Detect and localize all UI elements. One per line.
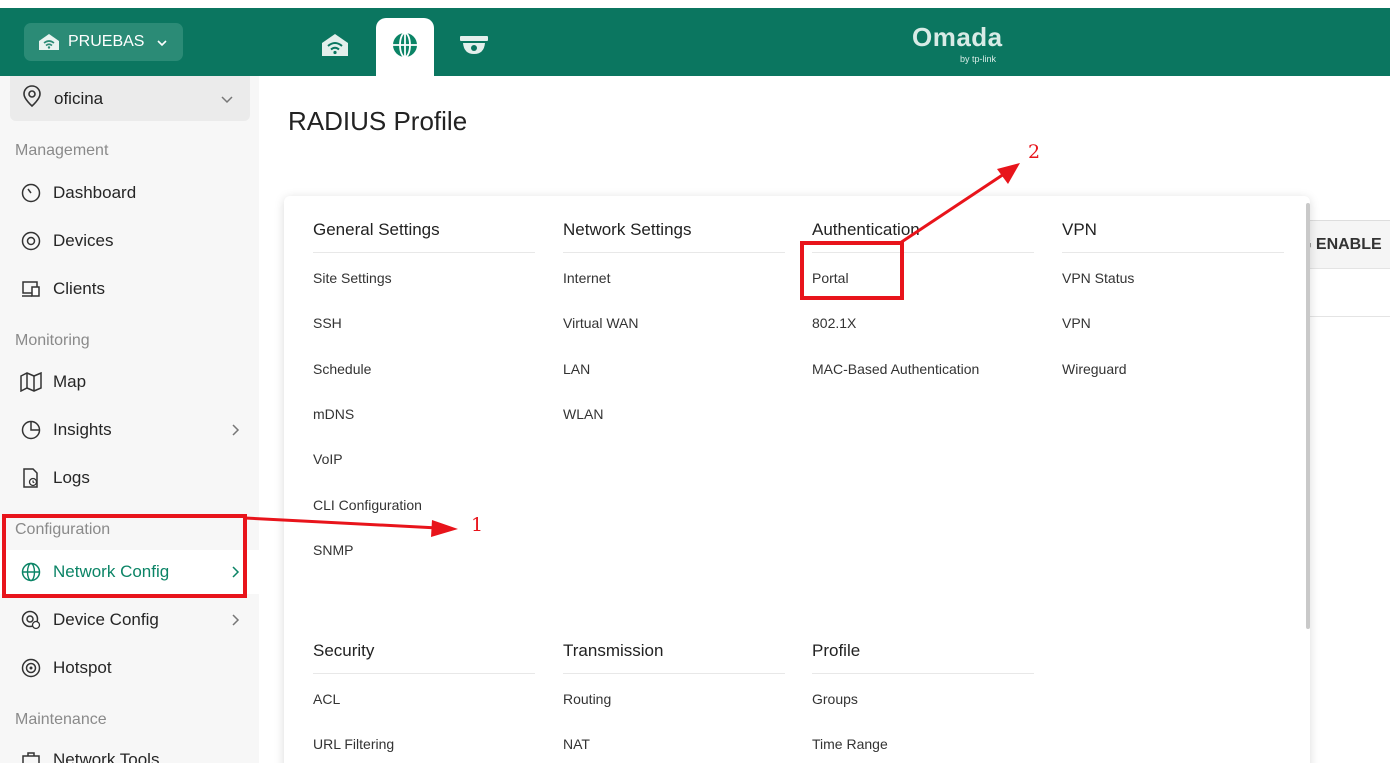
location-selector[interactable]: oficina [10,76,250,121]
menu-link-url-filtering[interactable]: URL Filtering [313,736,394,752]
section-monitoring: Monitoring [15,332,90,349]
globe-icon [20,561,42,583]
menu-link-site-settings[interactable]: Site Settings [313,270,392,286]
wifi-house-icon [321,33,349,62]
pie-chart-icon [20,419,42,441]
sidebar-item-label: Network Config [53,562,170,581]
brand-sub: by tp-link [960,54,997,64]
brand-name: Omada [912,22,1003,52]
annotation-label-1: 1 [471,514,484,536]
menu-heading-transmission: Transmission [563,641,785,674]
device-icon [20,230,42,252]
menu-heading-security: Security [313,641,535,674]
globe-icon [391,31,419,64]
menu-link-vpn[interactable]: VPN [1062,315,1091,331]
location-pin-icon [22,85,42,112]
menu-link-ssh[interactable]: SSH [313,315,342,331]
location-name: oficina [54,88,104,108]
menu-link-vpn-status[interactable]: VPN Status [1062,270,1134,286]
menu-link-schedule[interactable]: Schedule [313,361,371,377]
tab-site-view[interactable] [306,18,364,76]
sidebar-item-label: Insights [53,420,112,439]
menu-heading-network-settings: Network Settings [563,220,785,253]
sidebar-item-device-config[interactable]: Device Config [0,598,259,642]
sidebar-item-devices[interactable]: Devices [0,219,259,263]
menu-scrollbar-thumb[interactable] [1306,203,1310,629]
sidebar: oficina Management Dashboard Devices Cli… [0,76,259,763]
top-bar: PRUEBAS Omada by tp-link [0,8,1390,76]
menu-link-virtual-wan[interactable]: Virtual WAN [563,315,638,331]
sidebar-item-network-config[interactable]: Network Config [0,550,259,594]
menu-link-acl[interactable]: ACL [313,691,340,707]
sidebar-item-label: Clients [53,279,105,298]
chevron-down-icon [156,36,168,48]
chevron-right-icon [231,422,241,442]
sidebar-item-label: Devices [53,231,114,250]
map-icon [20,371,42,393]
chevron-down-icon [220,91,234,111]
section-maintenance: Maintenance [15,711,107,728]
site-name: PRUEBAS [68,33,145,50]
sidebar-item-insights[interactable]: Insights [0,408,259,452]
menu-heading-profile: Profile [812,641,1034,674]
toolbox-icon [20,749,42,763]
sidebar-item-hotspot[interactable]: Hotspot [0,646,259,690]
sidebar-item-label: Logs [53,468,90,487]
sidebar-item-label: Dashboard [53,183,137,202]
menu-link-802-1x[interactable]: 802.1X [812,315,856,331]
menu-link-groups[interactable]: Groups [812,691,858,707]
device-config-icon [20,609,42,631]
site-selector[interactable]: PRUEBAS [24,23,183,61]
section-management: Management [15,142,109,159]
top-strip [0,0,1390,8]
sidebar-item-dashboard[interactable]: Dashboard [0,171,259,215]
sidebar-item-label: Network Tools [53,750,160,763]
menu-link-nat[interactable]: NAT [563,736,590,752]
page-title: RADIUS Profile [288,106,468,136]
menu-link-wlan[interactable]: WLAN [563,406,603,422]
menu-link-lan[interactable]: LAN [563,361,590,377]
sidebar-item-network-tools[interactable]: Network Tools [0,738,259,763]
gauge-icon [20,182,42,204]
menu-link-routing[interactable]: Routing [563,691,611,707]
annotation-label-2: 2 [1028,141,1041,163]
sidebar-item-label: Device Config [53,610,159,629]
camera-dome-icon [459,34,489,61]
sidebar-item-clients[interactable]: Clients [0,267,259,311]
menu-heading-vpn: VPN [1062,220,1284,253]
menu-link-internet[interactable]: Internet [563,270,610,286]
log-file-icon [20,467,42,489]
menu-link-mdns[interactable]: mDNS [313,406,354,422]
sidebar-item-map[interactable]: Map [0,360,259,404]
wifi-house-icon [38,33,60,51]
menu-link-mac-based-authentication[interactable]: MAC-Based Authentication [812,361,979,377]
omada-logo: Omada by tp-link [912,22,1003,64]
chevron-right-icon [231,612,241,632]
sidebar-item-label: Map [53,372,87,391]
clients-icon [20,278,42,300]
tab-surveillance[interactable] [445,18,503,76]
menu-link-time-range[interactable]: Time Range [812,736,888,752]
sidebar-item-label: Hotspot [53,658,112,677]
menu-link-snmp[interactable]: SNMP [313,542,353,558]
chevron-right-icon [231,564,241,584]
menu-link-portal[interactable]: Portal [812,270,849,286]
hotspot-icon [20,657,42,679]
sidebar-item-logs[interactable]: Logs [0,456,259,500]
menu-heading-general-settings: General Settings [313,220,535,253]
menu-link-cli-configuration[interactable]: CLI Configuration [313,497,422,513]
network-config-menu [284,196,1310,763]
menu-link-voip[interactable]: VoIP [313,451,343,467]
section-configuration: Configuration [15,521,111,538]
menu-heading-authentication: Authentication [812,220,1034,253]
menu-link-wireguard[interactable]: Wireguard [1062,361,1127,377]
tab-network[interactable] [376,18,434,76]
